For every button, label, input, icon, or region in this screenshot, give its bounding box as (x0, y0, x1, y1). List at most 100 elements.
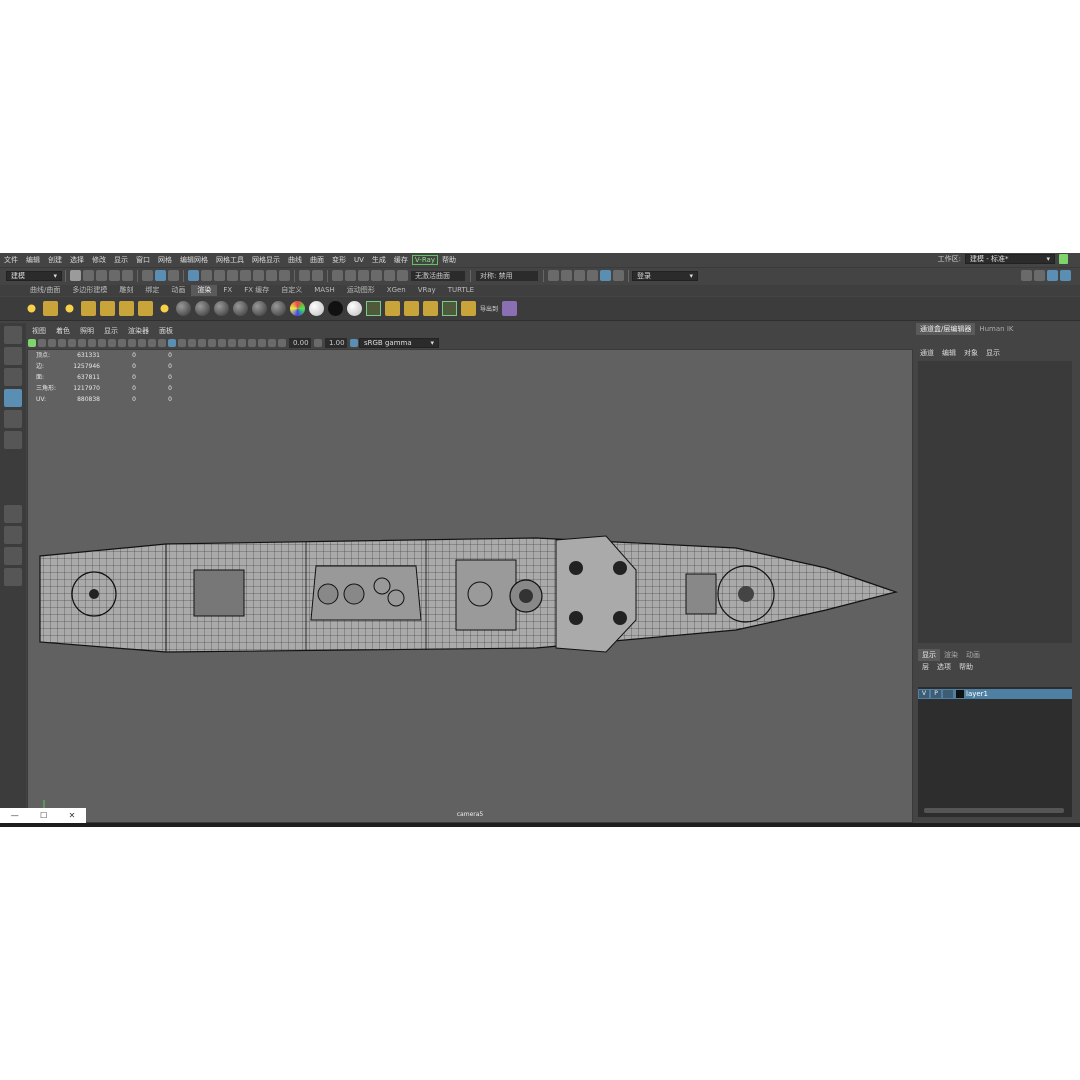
tab-channel-box[interactable]: 通道盒/层编辑器 (916, 323, 976, 335)
color-management-icon[interactable] (350, 339, 358, 347)
menu-mesh-display[interactable]: 网格显示 (248, 255, 284, 265)
menu-select[interactable]: 选择 (66, 255, 88, 265)
highlight-selection-icon[interactable] (312, 270, 323, 281)
layer-scrollbar[interactable] (924, 808, 1064, 813)
mask-deformers-icon[interactable] (240, 270, 251, 281)
layer-menu-layers[interactable]: 层 (918, 662, 933, 672)
shelf-tab-animation[interactable]: 动画 (165, 285, 191, 296)
new-scene-icon[interactable] (70, 270, 81, 281)
camera-select-icon[interactable] (28, 339, 36, 347)
gamma-icon[interactable] (314, 339, 322, 347)
grid-icon[interactable] (68, 339, 76, 347)
exposure-icon[interactable] (278, 339, 286, 347)
field-chart-icon[interactable] (108, 339, 116, 347)
modeling-toolkit-icon[interactable] (1021, 270, 1032, 281)
render-view-icon[interactable] (548, 270, 559, 281)
film-gate-icon[interactable] (78, 339, 86, 347)
batch-render-icon[interactable] (461, 301, 476, 316)
point-light-icon[interactable] (62, 301, 77, 316)
anisotropic-icon[interactable] (271, 301, 286, 316)
layer-menu-options[interactable]: 选项 (933, 662, 955, 672)
mask-curves-icon[interactable] (214, 270, 225, 281)
side-by-side-layout-icon[interactable] (4, 547, 22, 565)
menu-help[interactable]: 帮助 (438, 255, 460, 265)
rotate-tool-icon[interactable] (4, 410, 22, 428)
mask-misc-icon[interactable] (279, 270, 290, 281)
menu-edit-mesh[interactable]: 编辑网格 (176, 255, 212, 265)
depth-of-field-icon[interactable] (228, 339, 236, 347)
snap-grid-icon[interactable] (332, 270, 343, 281)
xray-components-icon[interactable] (268, 339, 276, 347)
safe-action-icon[interactable] (118, 339, 126, 347)
ipr-shelf-icon[interactable] (423, 301, 438, 316)
layer-color-swatch[interactable] (956, 690, 964, 698)
ipr-render-icon[interactable] (574, 270, 585, 281)
scale-tool-icon[interactable] (4, 431, 22, 449)
menu-mesh[interactable]: 网格 (154, 255, 176, 265)
four-view-layout-icon[interactable] (4, 526, 22, 544)
blinn-icon[interactable] (195, 301, 210, 316)
shelf-tab-fx[interactable]: FX (217, 285, 238, 296)
gate-mask-icon[interactable] (98, 339, 106, 347)
layer-name[interactable]: layer1 (966, 690, 988, 698)
camera-icon[interactable] (138, 301, 153, 316)
wireframe-icon[interactable] (138, 339, 146, 347)
login-dropdown[interactable]: 登录 ▾ (632, 270, 698, 281)
tab-human-ik[interactable]: Human IK (975, 323, 1017, 335)
render-view-shelf-icon[interactable] (385, 301, 400, 316)
layered-shader-icon[interactable] (347, 301, 362, 316)
shelf-tab-curves[interactable]: 曲线/曲面 (24, 285, 66, 296)
snap-point-icon[interactable] (358, 270, 369, 281)
make-live-icon[interactable] (397, 270, 408, 281)
shelf-tab-rendering[interactable]: 渲染 (191, 285, 218, 296)
menu-file[interactable]: 文件 (0, 255, 22, 265)
snap-curve-icon[interactable] (345, 270, 356, 281)
gamma-field[interactable]: 1.00 (325, 338, 347, 348)
tab-display-layers[interactable]: 显示 (918, 649, 940, 661)
shelf-tab-vray[interactable]: VRay (412, 285, 442, 296)
colorspace-dropdown[interactable]: sRGB gamma ▾ (359, 338, 439, 348)
hypershade-icon[interactable] (600, 270, 611, 281)
export-to-label[interactable]: 导出到 (480, 304, 498, 313)
single-perspective-layout-icon[interactable] (4, 505, 22, 523)
resolution-gate-icon[interactable] (88, 339, 96, 347)
ambient-occlusion-icon[interactable] (198, 339, 206, 347)
shelf-tab-motion-graphics[interactable]: 运动图形 (341, 285, 381, 296)
menu-vray[interactable]: V-Ray (411, 254, 438, 265)
tool-settings-icon[interactable] (1047, 270, 1058, 281)
viewport-menu-show[interactable]: 显示 (99, 326, 123, 336)
menu-cache[interactable]: 缓存 (390, 255, 412, 265)
menu-deform[interactable]: 变形 (328, 255, 350, 265)
xray-joints-icon[interactable] (258, 339, 266, 347)
textured-icon[interactable] (168, 339, 176, 347)
select-tool-icon[interactable] (4, 326, 22, 344)
isolate-select-icon[interactable] (238, 339, 246, 347)
camera-attributes-icon[interactable] (38, 339, 46, 347)
use-background-icon[interactable] (328, 301, 343, 316)
maximize-icon[interactable]: ☐ (40, 811, 47, 820)
minimize-icon[interactable]: — (11, 811, 19, 820)
ship-wireframe-model[interactable] (36, 530, 906, 660)
tab-anim-layers[interactable]: 动画 (962, 649, 984, 661)
menu-modify[interactable]: 修改 (88, 255, 110, 265)
menu-curves[interactable]: 曲线 (284, 255, 306, 265)
mask-joints-icon[interactable] (201, 270, 212, 281)
physical-sun-icon[interactable] (157, 301, 172, 316)
viewport-menu-shading[interactable]: 着色 (51, 326, 75, 336)
lasso-tool-icon[interactable] (4, 347, 22, 365)
viewport-menu-renderer[interactable]: 渲染器 (123, 326, 154, 336)
layer-visibility-toggle[interactable]: V (919, 690, 929, 698)
anti-aliasing-icon[interactable] (218, 339, 226, 347)
pause-icon[interactable] (613, 270, 624, 281)
motion-blur-icon[interactable] (208, 339, 216, 347)
ramp-shader-icon[interactable] (290, 301, 305, 316)
shelf-tab-turtle[interactable]: TURTLE (442, 285, 480, 296)
spot-light-icon[interactable] (81, 301, 96, 316)
symmetry-field[interactable]: 对称: 禁用 (476, 270, 538, 281)
viewport-menu-panels[interactable]: 面板 (154, 326, 178, 336)
layer-menu-help[interactable]: 帮助 (955, 662, 977, 672)
shelf-tab-custom[interactable]: 自定义 (275, 285, 308, 296)
wireframe-on-shaded-icon[interactable] (158, 339, 166, 347)
lambert-icon[interactable] (214, 301, 229, 316)
viewport-3d[interactable]: 顶点: 631331 0 0 边: 1257946 0 0 面: 637811 … (27, 349, 913, 823)
